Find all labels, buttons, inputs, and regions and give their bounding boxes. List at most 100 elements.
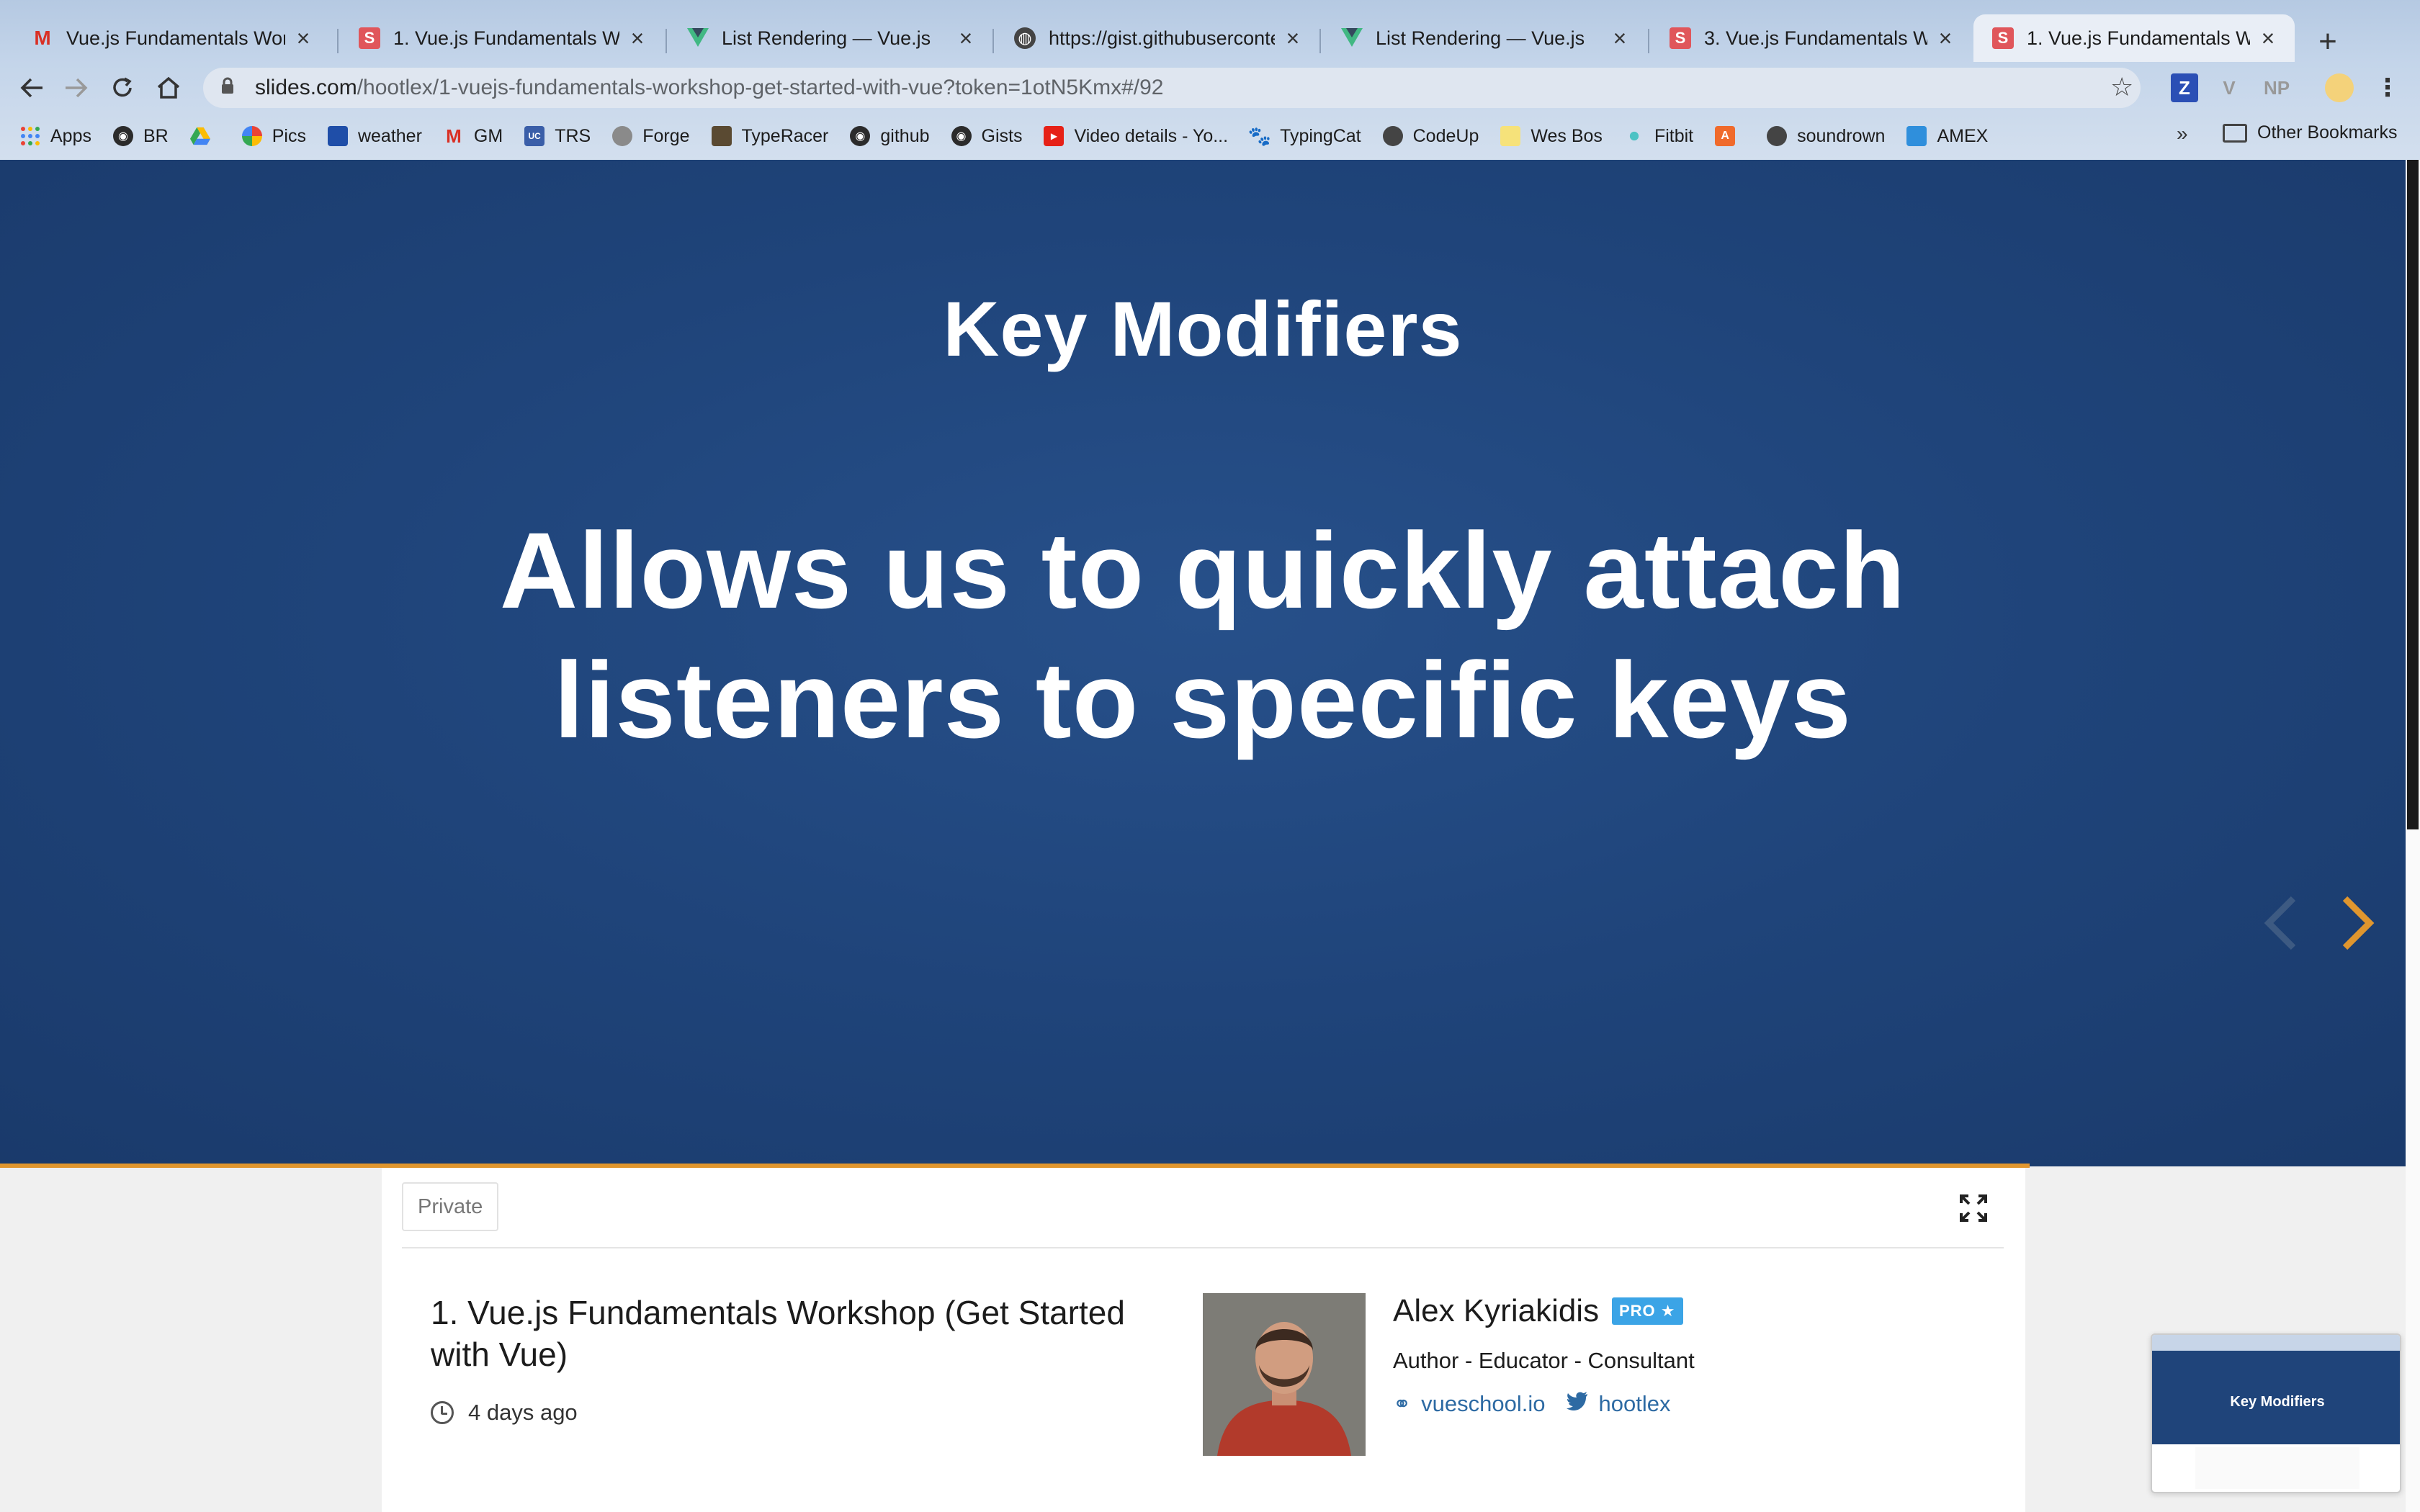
extension-v-icon[interactable]: V	[2215, 73, 2243, 102]
bookmark-star-icon[interactable]: ☆	[2110, 72, 2133, 102]
bookmark-forge[interactable]: Forge	[612, 125, 690, 147]
lock-icon	[220, 77, 242, 99]
forge-icon	[612, 126, 633, 146]
bookmark-weather[interactable]: weather	[327, 125, 422, 147]
bookmark-label: weather	[357, 125, 422, 146]
youtube-icon: ▶	[1044, 126, 1065, 146]
author-website-link[interactable]: ⚭ vueschool.io	[1393, 1391, 1545, 1417]
new-tab-button[interactable]: +	[2313, 26, 2342, 58]
tab-gist[interactable]: ◍ https://gist.githubusercontent.com ×	[995, 14, 1319, 62]
close-tab-icon[interactable]: ×	[1935, 25, 1956, 52]
card-divider	[402, 1247, 2004, 1248]
tab-gmail-workshop[interactable]: M Vue.js Fundamentals Workshop ×	[13, 14, 330, 62]
page-scrollbar-thumb[interactable]	[2407, 160, 2419, 829]
tab-separator	[1319, 29, 1321, 53]
bookmark-gm[interactable]: M GM	[444, 125, 503, 147]
close-tab-icon[interactable]: ×	[955, 25, 977, 52]
amex-icon	[1906, 126, 1927, 146]
globe-icon	[1767, 126, 1788, 146]
bookmark-label: soundrown	[1797, 125, 1886, 146]
bookmark-amex[interactable]: AMEX	[1906, 126, 1988, 147]
other-bookmarks-label: Other Bookmarks	[2257, 122, 2398, 143]
next-slide-button[interactable]	[2336, 894, 2380, 952]
fullscreen-button[interactable]	[1959, 1194, 1988, 1223]
bookmark-soundrown[interactable]: soundrown	[1767, 126, 1885, 147]
close-tab-icon[interactable]: ×	[627, 25, 648, 52]
bookmark-label: Gists	[981, 125, 1023, 146]
bookmark-drive[interactable]	[189, 126, 220, 146]
profile-avatar-icon[interactable]	[2325, 73, 2354, 102]
author-name[interactable]: Alex Kyriakidis	[1393, 1293, 1599, 1329]
bookmark-typeracer[interactable]: TypeRacer	[711, 126, 828, 147]
bookmark-github[interactable]: ◉ github	[850, 126, 930, 147]
author-avatar[interactable]	[1203, 1293, 1366, 1456]
close-tab-icon[interactable]: ×	[1282, 25, 1304, 52]
tab-title: 3. Vue.js Fundamentals Workshop	[1704, 27, 1927, 49]
bookmark-apps[interactable]: Apps	[20, 126, 91, 147]
extension-z-icon[interactable]: Z	[2171, 73, 2198, 102]
bookmark-codeup[interactable]: CodeUp	[1382, 125, 1479, 147]
tab-vue-list-rendering-2[interactable]: List Rendering — Vue.js ×	[1322, 14, 1646, 62]
home-button[interactable]	[148, 68, 189, 108]
clock-icon	[431, 1401, 454, 1424]
other-bookmarks-folder[interactable]: Other Bookmarks	[2223, 122, 2398, 143]
menu-kebab-icon[interactable]: ⋮	[2375, 73, 2400, 102]
github-icon: ◉	[951, 126, 972, 146]
bookmark-label: Wes Bos	[1531, 125, 1603, 146]
bookmark-typingcat[interactable]: 🐾 TypingCat	[1248, 125, 1361, 147]
tab-slides-1[interactable]: S 1. Vue.js Fundamentals Workshop ×	[340, 14, 664, 62]
bookmark-fitbit[interactable]: Fitbit	[1623, 126, 1693, 147]
bookmark-br[interactable]: ◉ BR	[112, 125, 169, 147]
forward-button[interactable]	[56, 68, 97, 108]
google-drive-icon	[189, 126, 210, 146]
bookmark-gists[interactable]: ◉ Gists	[951, 125, 1023, 147]
tab-vue-list-rendering[interactable]: List Rendering — Vue.js ×	[668, 14, 992, 62]
tab-title: List Rendering — Vue.js	[1376, 27, 1585, 49]
bookmark-label: Forge	[642, 125, 690, 146]
deck-info-card: Private 1. Vue.js Fundamentals Workshop …	[382, 1168, 2025, 1512]
time-ago-text: 4 days ago	[468, 1400, 578, 1425]
bookmark-label: BR	[143, 125, 169, 146]
browser-chrome: M Vue.js Fundamentals Workshop × S 1. Vu…	[0, 0, 2420, 160]
tab-title: 1. Vue.js Fundamentals Workshop	[2027, 27, 2250, 49]
browser-toolbar: slides.com/hootlex/1-vuejs-fundamentals-…	[0, 62, 2420, 114]
reload-button[interactable]	[102, 68, 143, 108]
tab-slides-active[interactable]: S 1. Vue.js Fundamentals Workshop ×	[1973, 14, 2295, 62]
close-tab-icon[interactable]: ×	[292, 25, 314, 52]
tab-separator	[337, 29, 339, 53]
author-links: ⚭ vueschool.io hootlex	[1393, 1391, 1692, 1417]
bookmark-youtube[interactable]: ▶ Video details - Yo...	[1044, 126, 1228, 147]
previous-slide-button[interactable]	[2259, 894, 2302, 952]
author-twitter-link[interactable]: hootlex	[1567, 1391, 1670, 1417]
photos-icon	[241, 126, 262, 146]
bookmark-label: Video details - Yo...	[1074, 125, 1229, 146]
tab-title: https://gist.githubusercontent.com	[1049, 27, 1275, 49]
tab-slides-3[interactable]: S 3. Vue.js Fundamentals Workshop ×	[1651, 14, 1972, 62]
slides-icon: S	[1670, 27, 1691, 49]
pro-badge: PRO ★	[1612, 1297, 1683, 1325]
chevron-right-icon	[2342, 896, 2375, 950]
bookmarks-overflow-button[interactable]: »	[2177, 122, 2188, 145]
tab-separator	[666, 29, 667, 53]
vue-icon	[687, 27, 709, 49]
bookmark-label: CodeUp	[1412, 125, 1479, 146]
bookmark-trs[interactable]: UC TRS	[524, 126, 591, 147]
close-tab-icon[interactable]: ×	[2257, 25, 2279, 52]
author-photo	[1203, 1293, 1366, 1456]
vue-icon	[1341, 27, 1363, 49]
close-tab-icon[interactable]: ×	[1609, 25, 1631, 52]
bookmark-orange[interactable]: A	[1715, 126, 1745, 146]
bookmark-label: GM	[473, 125, 503, 146]
bookmark-pics[interactable]: Pics	[241, 126, 306, 147]
bookmark-wesbos[interactable]: Wes Bos	[1500, 126, 1603, 147]
extension-np-icon[interactable]: NP	[2260, 73, 2293, 102]
globe-icon	[1382, 126, 1403, 146]
address-bar[interactable]: slides.com/hootlex/1-vuejs-fundamentals-…	[203, 68, 2141, 108]
github-icon: ◉	[850, 126, 871, 146]
slides-icon: S	[1992, 27, 2014, 49]
back-button[interactable]	[12, 68, 52, 108]
window-thumbnail-preview[interactable]: Key Modifiers	[2151, 1333, 2401, 1493]
bookmark-label: TRS	[555, 125, 591, 146]
bookmarks-bar: Apps ◉ BR Pics weather M GM UC TRS Forge…	[0, 114, 2420, 158]
tab-strip: M Vue.js Fundamentals Workshop × S 1. Vu…	[0, 10, 2420, 62]
